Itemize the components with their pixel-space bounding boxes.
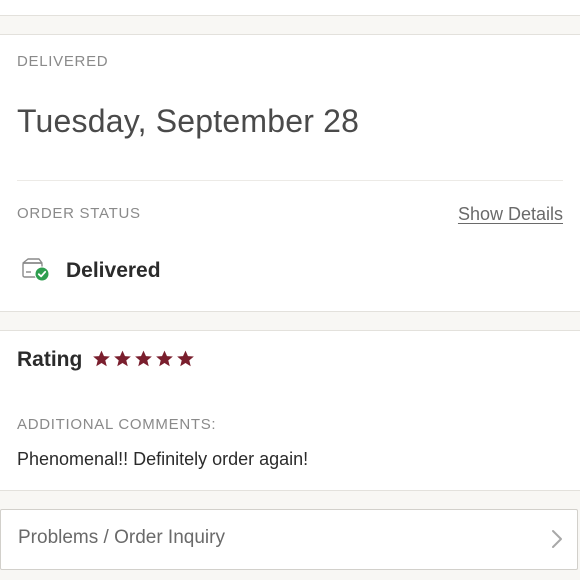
chevron-right-icon — [552, 530, 562, 548]
star-icon — [156, 350, 173, 367]
delivered-section-label: DELIVERED — [17, 53, 109, 70]
order-detail-page: DELIVERED Tuesday, September 28 ORDER ST… — [0, 0, 580, 580]
divider — [17, 180, 563, 181]
rating-label: Rating — [17, 348, 83, 371]
package-delivered-icon — [22, 258, 50, 282]
star-icon — [135, 350, 152, 367]
star-icon — [114, 350, 131, 367]
show-details-link[interactable]: Show Details — [458, 204, 563, 225]
comment-text: Phenomenal!! Definitely order again! — [17, 449, 309, 469]
top-card — [0, 0, 580, 16]
order-status-value: Delivered — [66, 259, 161, 282]
order-inquiry-label: Problems / Order Inquiry — [18, 527, 225, 548]
delivery-date: Tuesday, September 28 — [17, 103, 360, 139]
star-icon — [93, 350, 110, 367]
additional-comments-label: ADDITIONAL COMMENTS: — [17, 416, 217, 433]
star-icon — [177, 350, 194, 367]
order-status-label: ORDER STATUS — [17, 205, 141, 222]
star-rating — [92, 349, 195, 369]
